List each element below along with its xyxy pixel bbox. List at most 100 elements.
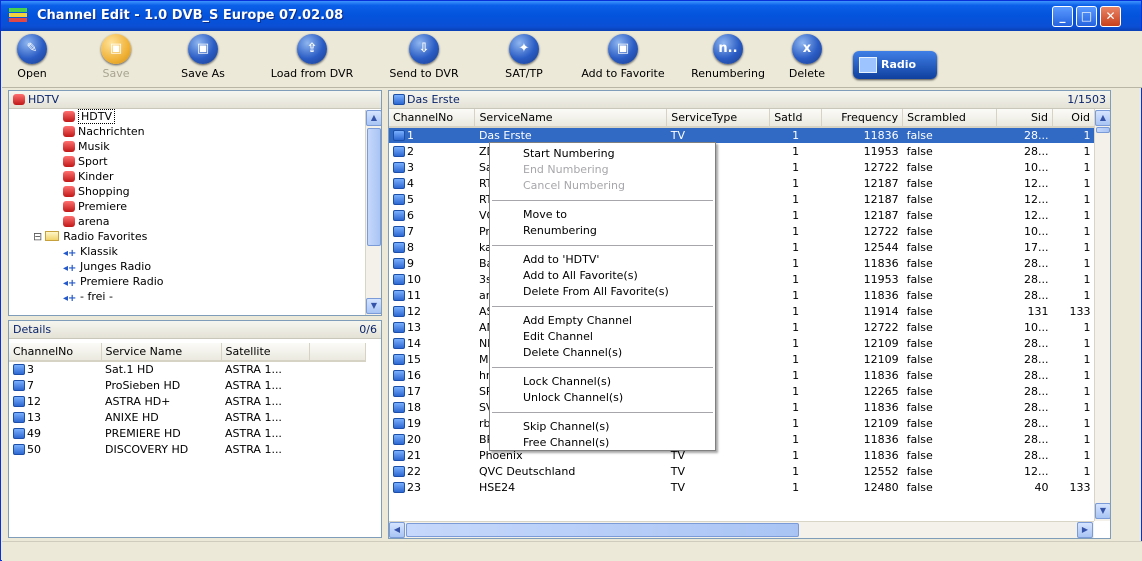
- load-from-dvr-button[interactable]: ⇪ Load from DVR: [270, 34, 354, 80]
- channel-number: 13: [407, 320, 421, 334]
- details-row[interactable]: 49 PREMIERE HD ASTRA 1...: [9, 425, 365, 441]
- col-service-name[interactable]: Service Name: [101, 343, 222, 362]
- tree-item-klassik[interactable]: ◂+ Klassik: [29, 244, 381, 259]
- service-name: ProSieben HD: [105, 378, 181, 392]
- menu-item-add-to-all-favorite-s[interactable]: Add to All Favorite(s): [490, 268, 715, 284]
- frequency: 12722: [863, 320, 899, 334]
- col-scrambled[interactable]: Scrambled: [902, 109, 998, 128]
- save-button[interactable]: ▣ Save: [96, 34, 136, 80]
- channel-row[interactable]: 22 QVC Deutschland TV 1 12552 false 12... 1: [389, 463, 1095, 479]
- channel-row[interactable]: 23 HSE24 TV 1 12480 false 40 133: [389, 479, 1095, 495]
- menu-item-unlock-channel-s[interactable]: Unlock Channel(s): [490, 390, 715, 406]
- menu-item-add-empty-channel[interactable]: Add Empty Channel: [490, 313, 715, 329]
- tv-icon: [393, 401, 405, 413]
- service-name: HSE24: [478, 480, 516, 494]
- details-row[interactable]: 7 ProSieben HD ASTRA 1...: [9, 377, 365, 393]
- tree-scrollbar[interactable]: ▲ ▼: [365, 110, 381, 315]
- menu-item-renumbering[interactable]: Renumbering: [490, 223, 715, 239]
- channel-number: 4: [407, 176, 414, 190]
- tree-item-musik[interactable]: Musik: [29, 139, 381, 154]
- oid: 1: [1083, 272, 1091, 286]
- col-channelno[interactable]: ChannelNo: [9, 343, 102, 362]
- close-button[interactable]: ✕: [1100, 6, 1121, 27]
- col-channelno[interactable]: ChannelNo: [389, 109, 476, 128]
- oid: 1: [1083, 368, 1091, 382]
- tree-item-premiere-radio[interactable]: ◂+ Premiere Radio: [29, 274, 381, 289]
- menu-separator: [492, 412, 713, 413]
- maximize-button[interactable]: □: [1076, 6, 1097, 27]
- col-frequency[interactable]: Frequency: [821, 109, 904, 128]
- menu-item-start-numbering[interactable]: Start Numbering: [490, 146, 715, 162]
- menu-item-skip-channel-s[interactable]: Skip Channel(s): [490, 419, 715, 435]
- sid: 40: [1034, 480, 1049, 494]
- save-as-button[interactable]: ▣ Save As: [175, 34, 231, 80]
- radio-favorite-icon: ◂+: [63, 278, 77, 289]
- radio-mode-button[interactable]: Radio: [853, 51, 937, 79]
- details-row[interactable]: 12 ASTRA HD+ ASTRA 1...: [9, 393, 365, 409]
- channel-number: 6: [407, 208, 414, 222]
- scroll-down-arrow[interactable]: ▼: [366, 298, 381, 314]
- tv-icon: [393, 145, 405, 157]
- menu-item-delete-from-all-favorite-s[interactable]: Delete From All Favorite(s): [490, 284, 715, 300]
- title-bar[interactable]: Channel Edit - 1.0 DVB_S Europe 07.02.08…: [1, 1, 1141, 31]
- delete-button[interactable]: x Delete: [784, 34, 830, 80]
- scroll-left-arrow[interactable]: ◀: [389, 522, 405, 538]
- hscroll-thumb[interactable]: [406, 523, 799, 537]
- tree-item-kinder[interactable]: Kinder: [29, 169, 381, 184]
- scroll-up-arrow[interactable]: ▲: [366, 110, 381, 126]
- channel-hscrollbar[interactable]: ◀ ▶: [389, 521, 1094, 538]
- tree-item-label: Kinder: [78, 170, 114, 183]
- menu-item-edit-channel[interactable]: Edit Channel: [490, 329, 715, 345]
- col-oid[interactable]: Oid: [1052, 109, 1096, 128]
- sat-id: 1: [792, 400, 800, 414]
- menu-item-lock-channel-s[interactable]: Lock Channel(s): [490, 374, 715, 390]
- scroll-up-arrow[interactable]: ▲: [1095, 110, 1110, 126]
- tree-item-shopping[interactable]: Shopping: [29, 184, 381, 199]
- scrambled: false: [906, 129, 933, 142]
- menu-item-add-to-hdtv[interactable]: Add to 'HDTV': [490, 252, 715, 268]
- renumbering-button[interactable]: n.. Renumbering: [685, 34, 771, 80]
- add-to-favorite-button[interactable]: ▣ Add to Favorite: [573, 34, 673, 80]
- details-row[interactable]: 13 ANIXE HD ASTRA 1...: [9, 409, 365, 425]
- satellite: ASTRA 1...: [225, 363, 282, 376]
- col-satellite[interactable]: Satellite: [221, 343, 310, 362]
- open-button[interactable]: ✎ Open: [12, 34, 52, 80]
- tree-item-junges-radio[interactable]: ◂+ Junges Radio: [29, 259, 381, 274]
- frequency: 11836: [863, 448, 899, 462]
- collapse-toggle-icon[interactable]: ⊟: [33, 230, 42, 243]
- minimize-button[interactable]: _: [1052, 6, 1073, 27]
- sat-id: 1: [792, 176, 800, 190]
- col-servicetype[interactable]: ServiceType: [666, 109, 771, 128]
- details-row[interactable]: 3 Sat.1 HD ASTRA 1...: [9, 361, 365, 377]
- scroll-thumb[interactable]: [1096, 127, 1110, 133]
- channel-vscrollbar[interactable]: ▲ ▼: [1094, 110, 1110, 521]
- channel-number: 1: [407, 129, 414, 142]
- tree-item-sport[interactable]: Sport: [29, 154, 381, 169]
- tree-item-frei[interactable]: ◂+ - frei -: [29, 289, 381, 304]
- details-row[interactable]: 50 DISCOVERY HD ASTRA 1...: [9, 441, 365, 457]
- col-satid[interactable]: SatId: [769, 109, 823, 128]
- scroll-down-arrow[interactable]: ▼: [1095, 503, 1110, 519]
- menu-item-free-channel-s[interactable]: Free Channel(s): [490, 435, 715, 451]
- tree-header: HDTV: [9, 91, 381, 109]
- menu-item-move-to[interactable]: Move to: [490, 207, 715, 223]
- col-sid[interactable]: Sid: [996, 109, 1053, 128]
- scroll-right-arrow[interactable]: ▶: [1077, 522, 1093, 538]
- channel-row[interactable]: 1 Das Erste TV 1 11836 false 28... 1: [389, 127, 1095, 143]
- channel-number: 50: [27, 442, 41, 456]
- send-to-dvr-button[interactable]: ⇩ Send to DVR: [386, 34, 462, 80]
- sat-id: 1: [792, 464, 800, 478]
- tree-item-arena[interactable]: arena: [29, 214, 381, 229]
- favorite-icon: [63, 216, 75, 227]
- details-count: 0/6: [359, 323, 377, 336]
- tree-item-hdtv[interactable]: HDTV: [29, 109, 381, 124]
- col-servicename[interactable]: ServiceName: [474, 109, 668, 128]
- tree-item-nachrichten[interactable]: Nachrichten: [29, 124, 381, 139]
- channel-number: 3: [407, 160, 414, 174]
- tree-item-premiere[interactable]: Premiere: [29, 199, 381, 214]
- app-icon: [9, 8, 27, 24]
- tree-item-radio-favorites[interactable]: ⊟ Radio Favorites: [29, 229, 381, 244]
- menu-item-delete-channel-s[interactable]: Delete Channel(s): [490, 345, 715, 361]
- sat-tp-button[interactable]: ✦ SAT/TP: [496, 34, 552, 80]
- scroll-thumb[interactable]: [367, 128, 381, 246]
